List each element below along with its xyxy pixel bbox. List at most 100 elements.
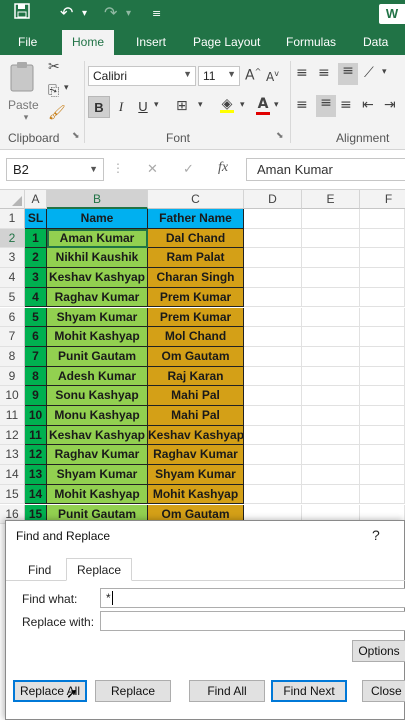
empty-cell[interactable] — [360, 287, 405, 308]
font-color-dropdown-icon[interactable]: ▾ — [274, 100, 279, 110]
fill-color-dropdown-icon[interactable]: ▾ — [240, 100, 245, 110]
empty-cell[interactable] — [302, 346, 360, 367]
father-name-cell[interactable]: Raj Karan — [148, 366, 244, 387]
row-header[interactable]: 8 — [0, 346, 25, 367]
sl-cell[interactable]: 11 — [25, 425, 47, 446]
header-cell-name[interactable]: Name — [47, 209, 148, 229]
align-middle-icon[interactable]: ≡ — [318, 65, 330, 81]
column-header-a[interactable]: A — [25, 190, 47, 209]
father-name-cell[interactable]: Mohit Kashyap — [148, 484, 244, 505]
sl-cell[interactable]: 10 — [25, 406, 47, 426]
name-cell[interactable]: Mohit Kashyap — [47, 327, 148, 347]
header-cell-sl[interactable]: SL — [25, 209, 47, 229]
column-header-b[interactable]: B — [47, 190, 148, 209]
insert-function-icon[interactable]: fx — [218, 160, 228, 176]
align-left-icon[interactable]: ≡ — [296, 97, 308, 113]
fill-color-icon[interactable]: ◈ — [220, 96, 234, 113]
row-header[interactable]: 10 — [0, 386, 25, 406]
row-header[interactable]: 15 — [0, 484, 25, 505]
empty-cell[interactable] — [360, 346, 405, 367]
tab-home[interactable]: Home — [62, 30, 115, 55]
name-cell[interactable]: Shyam Kumar — [47, 465, 148, 485]
increase-font-size-button[interactable]: A^ — [245, 67, 261, 84]
find-what-input[interactable]: * — [100, 588, 405, 608]
clipboard-launcher-icon[interactable]: ⬊ — [72, 131, 80, 141]
sl-cell[interactable]: 7 — [25, 346, 47, 367]
customize-icon[interactable]: ≡ — [152, 7, 161, 20]
empty-cell[interactable] — [244, 406, 302, 426]
empty-cell[interactable] — [360, 327, 405, 347]
replace-button[interactable]: Replace — [95, 680, 171, 702]
empty-cell[interactable] — [244, 268, 302, 288]
empty-cell[interactable] — [244, 346, 302, 367]
empty-cell[interactable] — [360, 445, 405, 466]
name-cell[interactable]: Monu Kashyap — [47, 406, 148, 426]
close-button[interactable]: Close — [362, 680, 405, 702]
name-cell[interactable]: Punit Gautam — [47, 346, 148, 367]
empty-cell[interactable] — [360, 386, 405, 406]
paste-button[interactable]: Paste ▾ — [8, 61, 44, 122]
borders-dropdown-icon[interactable]: ▾ — [198, 100, 203, 110]
empty-cell[interactable] — [244, 327, 302, 347]
father-name-cell[interactable]: Mahi Pal — [148, 386, 244, 406]
empty-cell[interactable] — [244, 425, 302, 446]
empty-cell[interactable] — [360, 307, 405, 328]
column-header-d[interactable]: D — [244, 190, 302, 209]
increase-indent-icon[interactable]: ⇥ — [384, 97, 396, 113]
sl-cell[interactable]: 13 — [25, 465, 47, 485]
name-cell[interactable]: Raghav Kumar — [47, 287, 148, 308]
font-color-button[interactable]: A — [256, 96, 270, 115]
empty-cell[interactable] — [302, 465, 360, 485]
cut-icon[interactable]: ✂ — [48, 59, 60, 75]
empty-cell[interactable] — [360, 425, 405, 446]
father-name-cell[interactable]: Prem Kumar — [148, 307, 244, 328]
format-painter-icon[interactable]: 🖌 — [48, 105, 66, 121]
sl-cell[interactable]: 4 — [25, 287, 47, 308]
empty-cell[interactable] — [302, 425, 360, 446]
sl-cell[interactable]: 12 — [25, 445, 47, 466]
empty-cell[interactable] — [302, 307, 360, 328]
father-name-cell[interactable]: Dal Chand — [148, 228, 244, 249]
empty-cell[interactable] — [360, 268, 405, 288]
formula-bar-splitter-icon[interactable]: ⋮ — [112, 161, 124, 175]
column-header-e[interactable]: E — [302, 190, 360, 209]
father-name-cell[interactable]: Ram Palat — [148, 248, 244, 269]
cancel-icon[interactable]: ✕ — [147, 161, 158, 177]
tab-replace[interactable]: Replace — [66, 558, 133, 581]
row-header[interactable]: 6 — [0, 307, 25, 328]
undo-icon[interactable]: ↶ — [60, 3, 73, 22]
replace-with-input[interactable] — [100, 611, 405, 631]
name-cell[interactable]: Aman Kumar — [47, 228, 148, 249]
empty-cell[interactable] — [360, 228, 405, 249]
italic-button[interactable]: I — [110, 96, 132, 118]
orientation-icon[interactable]: ⟋ — [364, 65, 374, 81]
font-size-select[interactable]: 11 ▼ — [198, 66, 240, 86]
name-cell[interactable]: Adesh Kumar — [47, 366, 148, 387]
empty-cell[interactable] — [360, 209, 405, 229]
find-next-button[interactable]: Find Next — [271, 680, 347, 702]
row-header[interactable]: 3 — [0, 248, 25, 269]
bold-button[interactable]: B — [88, 96, 110, 118]
sl-cell[interactable]: 2 — [25, 248, 47, 269]
underline-dropdown-icon[interactable]: ▾ — [154, 100, 159, 110]
name-cell[interactable]: Keshav Kashyap — [47, 268, 148, 288]
paste-dropdown-icon[interactable]: ▾ — [8, 112, 44, 123]
empty-cell[interactable] — [302, 327, 360, 347]
copy-dropdown-icon[interactable]: ▾ — [64, 83, 69, 93]
name-cell[interactable]: Mohit Kashyap — [47, 484, 148, 505]
copy-icon[interactable]: ⎘ — [48, 83, 59, 99]
empty-cell[interactable] — [244, 484, 302, 505]
empty-cell[interactable] — [244, 386, 302, 406]
column-header-c[interactable]: C — [148, 190, 244, 209]
empty-cell[interactable] — [360, 406, 405, 426]
empty-cell[interactable] — [244, 445, 302, 466]
undo-dropdown-icon[interactable]: ▾ — [82, 8, 87, 19]
row-header[interactable]: 13 — [0, 445, 25, 466]
row-header[interactable]: 12 — [0, 425, 25, 446]
font-launcher-icon[interactable]: ⬊ — [276, 131, 284, 141]
sl-cell[interactable]: 6 — [25, 327, 47, 347]
column-header-f[interactable]: F — [360, 190, 405, 209]
row-header[interactable]: 2 — [0, 228, 25, 249]
orientation-dropdown-icon[interactable]: ▾ — [382, 67, 387, 77]
save-icon[interactable] — [14, 3, 30, 23]
